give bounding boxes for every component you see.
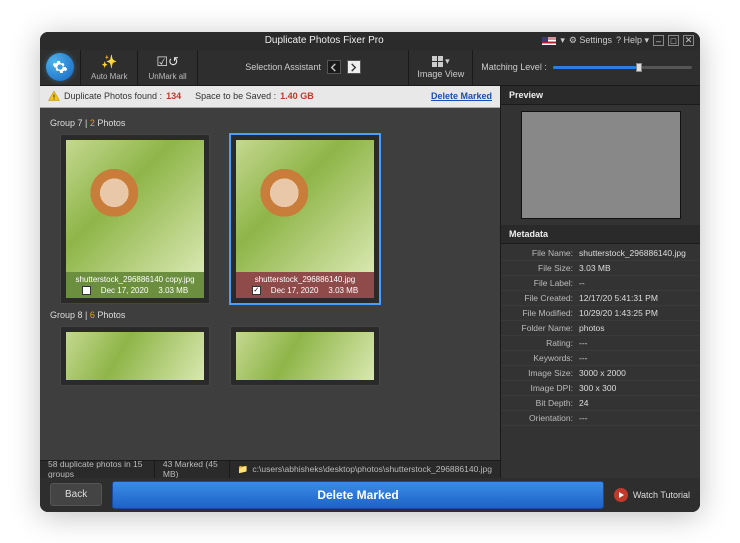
language-flag-icon[interactable] [542,37,556,45]
photo-filename: shutterstock_296886140 copy.jpg [70,275,200,284]
photo-checkbox[interactable]: ✓ [252,286,261,295]
metadata-key: Rating: [509,338,579,348]
metadata-key: File Modified: [509,308,579,318]
photo-card[interactable] [230,326,380,386]
back-button[interactable]: Back [50,483,102,506]
preview-image [521,111,681,219]
minimize-button[interactable]: – [653,35,664,46]
space-to-save: 1.40 GB [280,91,314,101]
photo-thumbnail [66,332,204,380]
auto-mark-button[interactable]: ✨ Auto Mark [80,50,137,85]
matching-level-slider[interactable] [553,66,692,69]
metadata-list: File Name:shutterstock_296886140.jpgFile… [501,244,700,478]
metadata-key: Image Size: [509,368,579,378]
photo-checkbox[interactable] [82,286,91,295]
photo-filename: shutterstock_296886140.jpg [240,275,370,284]
status-groups: 58 duplicate photos in 15 groups [40,461,155,478]
metadata-value: --- [579,338,692,348]
metadata-row: File Modified:10/29/20 1:43:25 PM [501,306,700,321]
metadata-value: 10/29/20 1:43:25 PM [579,308,692,318]
photo-thumbnail [66,140,204,272]
photo-thumbnail [236,332,374,380]
metadata-row: File Created:12/17/20 5:41:31 PM [501,291,700,306]
metadata-header: Metadata [501,225,700,244]
view-dropdown-icon[interactable]: ▾ [445,56,450,67]
status-path: 📁 c:\users\abhisheks\desktop\photos\shut… [230,461,500,478]
status-marked: 43 Marked (45 MB) [155,461,230,478]
metadata-key: Folder Name: [509,323,579,333]
metadata-value: 24 [579,398,692,408]
warning-icon [48,90,60,102]
metadata-value: shutterstock_296886140.jpg [579,248,692,258]
grid-view-icon[interactable] [432,56,443,67]
preview-header: Preview [501,86,700,105]
maximize-button[interactable]: □ [668,35,679,46]
metadata-value: 3000 x 2000 [579,368,692,378]
metadata-value: --- [579,353,692,363]
metadata-row: Orientation:--- [501,411,700,426]
group-header: Group 7 | 2 Photos [48,112,492,134]
metadata-row: File Size:3.03 MB [501,261,700,276]
language-dropdown[interactable]: ▾ [560,35,565,46]
metadata-key: Bit Depth: [509,398,579,408]
selection-prev-icon[interactable] [327,60,341,74]
selection-next-icon[interactable] [347,60,361,74]
help-menu[interactable]: ? Help ▾ [616,35,649,46]
side-panel: Preview Metadata File Name:shutterstock_… [500,86,700,478]
photo-thumbnail [236,140,374,272]
titlebar: Duplicate Photos Fixer Pro ▾ ⚙ Settings … [40,32,700,50]
groups-panel: Group 7 | 2 Photos shutterstock_29688614… [40,108,500,460]
metadata-row: Folder Name:photos [501,321,700,336]
info-bar: Duplicate Photos found : 134 Space to be… [40,86,500,108]
delete-marked-link[interactable]: Delete Marked [431,91,492,101]
metadata-row: File Name:shutterstock_296886140.jpg [501,246,700,261]
metadata-key: Image DPI: [509,383,579,393]
metadata-key: File Size: [509,263,579,273]
image-view-section: ▾ Image View [408,50,472,85]
unmark-all-button[interactable]: ☑↺ UnMark all [137,50,196,85]
app-window: Duplicate Photos Fixer Pro ▾ ⚙ Settings … [40,32,700,512]
metadata-row: Bit Depth:24 [501,396,700,411]
bottom-bar: Back Delete Marked Watch Tutorial [40,478,700,512]
metadata-row: File Label:-- [501,276,700,291]
status-bar: 58 duplicate photos in 15 groups 43 Mark… [40,460,500,478]
metadata-key: Keywords: [509,353,579,363]
photo-card[interactable] [60,326,210,386]
metadata-key: File Created: [509,293,579,303]
metadata-value: -- [579,278,692,288]
metadata-value: 12/17/20 5:41:31 PM [579,293,692,303]
metadata-key: Orientation: [509,413,579,423]
folder-icon: 📁 [238,464,249,475]
metadata-row: Image Size:3000 x 2000 [501,366,700,381]
unmark-icon: ☑↺ [156,54,179,70]
toolbar: ✨ Auto Mark ☑↺ UnMark all Selection Assi… [40,50,700,86]
metadata-key: File Label: [509,278,579,288]
photo-card[interactable]: shutterstock_296886140.jpg ✓ Dec 17, 202… [230,134,380,304]
duplicate-count: 134 [166,91,181,101]
metadata-value: 3.03 MB [579,263,692,273]
watch-tutorial-button[interactable]: Watch Tutorial [614,488,690,502]
metadata-value: photos [579,323,692,333]
metadata-row: Image DPI:300 x 300 [501,381,700,396]
app-logo [40,50,80,85]
delete-marked-button[interactable]: Delete Marked [112,481,604,509]
photo-card[interactable]: shutterstock_296886140 copy.jpg Dec 17, … [60,134,210,304]
metadata-value: --- [579,413,692,423]
group-header: Group 8 | 6 Photos [48,304,492,326]
metadata-row: Keywords:--- [501,351,700,366]
close-button[interactable]: ✕ [683,35,694,46]
selection-assistant: Selection Assistant [197,50,409,85]
settings-menu[interactable]: ⚙ Settings [569,35,612,46]
play-icon [614,488,628,502]
wand-icon: ✨ [101,54,117,70]
matching-level-section: Matching Level : [472,50,700,85]
metadata-value: 300 x 300 [579,383,692,393]
app-title: Duplicate Photos Fixer Pro [106,35,542,46]
metadata-row: Rating:--- [501,336,700,351]
metadata-key: File Name: [509,248,579,258]
